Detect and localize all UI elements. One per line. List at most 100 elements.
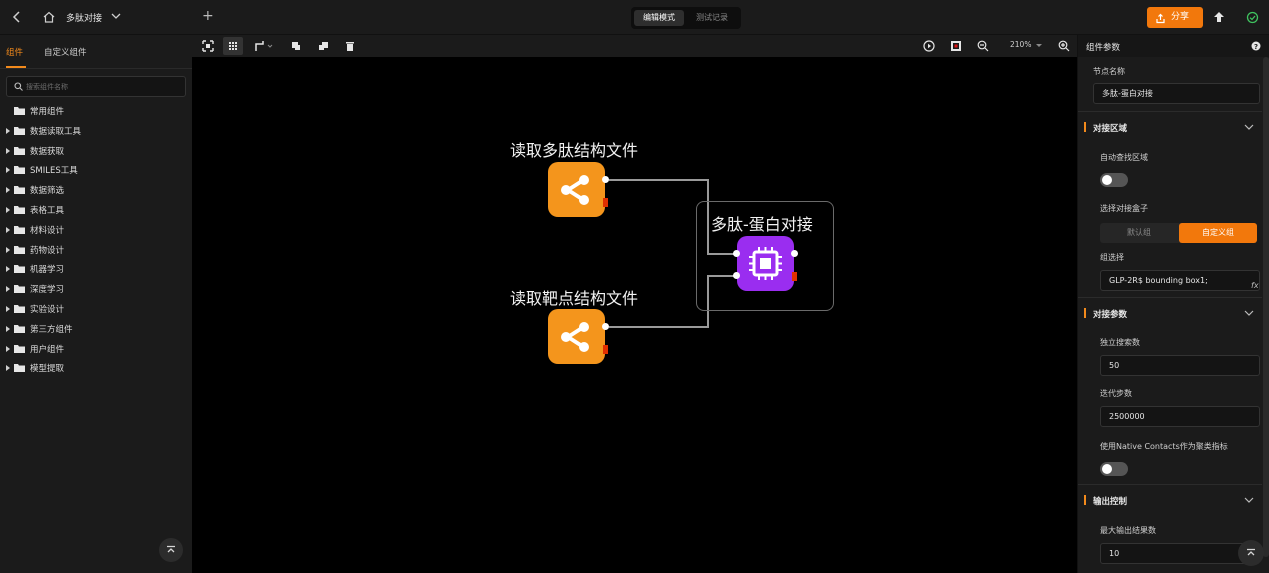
caret-right-icon[interactable] xyxy=(6,206,10,213)
home-icon[interactable] xyxy=(42,10,56,24)
node-read-peptide[interactable] xyxy=(548,162,605,217)
caret-right-icon[interactable] xyxy=(6,127,10,134)
delete-icon[interactable] xyxy=(344,40,356,52)
send-back-icon[interactable] xyxy=(317,40,329,52)
sidebar-category-item[interactable]: 药物设计 xyxy=(0,240,192,260)
sidebar-item-label: 数据读取工具 xyxy=(30,126,82,137)
caret-right-icon[interactable] xyxy=(6,246,10,253)
sidebar-category-item[interactable]: 模型提取 xyxy=(0,358,192,378)
back-icon[interactable] xyxy=(10,9,24,25)
max-output-label: 最大输出结果数 xyxy=(1100,526,1156,535)
tab-components[interactable]: 组件 xyxy=(6,46,23,58)
svg-text:?: ? xyxy=(1254,43,1258,51)
chevron-down-icon[interactable] xyxy=(1244,496,1254,504)
option-custom-group[interactable]: 自定义组 xyxy=(1179,223,1257,243)
caret-right-icon[interactable] xyxy=(6,305,10,312)
workflow-canvas[interactable]: 读取多肽结构文件 读取靶点结构文件 多肽-蛋白对接 xyxy=(192,57,1077,573)
output-port[interactable] xyxy=(602,323,609,330)
zoom-dropdown-caret[interactable] xyxy=(1036,44,1042,47)
input-port[interactable] xyxy=(733,250,740,257)
connector-style-icon[interactable] xyxy=(254,40,274,52)
error-port[interactable] xyxy=(792,272,797,281)
project-title[interactable]: 多肽对接 xyxy=(66,11,102,24)
auto-find-label: 自动查找区域 xyxy=(1100,153,1148,162)
section-dock-params[interactable]: 对接参数 xyxy=(1078,297,1262,327)
help-icon[interactable]: ? xyxy=(1251,41,1261,51)
caret-right-icon[interactable] xyxy=(6,325,10,332)
folder-icon xyxy=(14,126,25,135)
sidebar-category-item[interactable]: 常用组件 xyxy=(0,101,192,121)
component-search xyxy=(6,76,186,97)
section-output-control[interactable]: 输出控制 xyxy=(1078,484,1262,514)
option-default-group[interactable]: 默认组 xyxy=(1100,223,1178,243)
sidebar-category-item[interactable]: 实验设计 xyxy=(0,299,192,319)
folder-icon xyxy=(14,186,25,195)
zoom-out-icon[interactable] xyxy=(977,40,989,52)
formula-icon[interactable]: fx xyxy=(1251,276,1259,295)
fit-view-icon[interactable] xyxy=(950,40,962,52)
native-contacts-label: 使用Native Contacts作为聚类指标 xyxy=(1100,442,1228,451)
sidebar-item-label: 数据获取 xyxy=(30,146,65,157)
caret-right-icon[interactable] xyxy=(6,226,10,233)
grid-toggle-icon[interactable] xyxy=(223,37,243,55)
sidebar-category-item[interactable]: 材料设计 xyxy=(0,220,192,240)
share-button[interactable]: 分享 xyxy=(1147,7,1203,28)
search-input[interactable] xyxy=(26,79,181,94)
scroll-top-button[interactable] xyxy=(1238,540,1264,566)
sidebar-category-item[interactable]: 数据读取工具 xyxy=(0,121,192,141)
zoom-in-icon[interactable] xyxy=(1058,40,1070,52)
independent-search-field[interactable]: 50 xyxy=(1100,355,1260,376)
caret-right-icon[interactable] xyxy=(6,147,10,154)
error-port[interactable] xyxy=(603,345,608,354)
node-title: 读取靶点结构文件 xyxy=(510,289,639,308)
top-bar: 多肽对接 + 编辑模式 测试记录 分享 xyxy=(0,0,1269,35)
sidebar-category-item[interactable]: 第三方组件 xyxy=(0,319,192,339)
caret-right-icon[interactable] xyxy=(6,167,10,174)
section-dock-area[interactable]: 对接区域 xyxy=(1078,111,1262,141)
panel-scrollbar[interactable] xyxy=(1263,57,1269,557)
native-contacts-toggle[interactable] xyxy=(1100,462,1128,476)
run-icon[interactable] xyxy=(923,40,935,52)
section-accent xyxy=(1084,495,1086,505)
sidebar-category-item[interactable]: 数据筛选 xyxy=(0,180,192,200)
output-port[interactable] xyxy=(791,250,798,257)
caret-right-icon[interactable] xyxy=(6,365,10,372)
bring-front-icon[interactable] xyxy=(290,40,302,52)
sidebar-item-label: 机器学习 xyxy=(30,265,65,276)
add-tab-icon[interactable]: + xyxy=(202,8,214,24)
chevron-down-icon[interactable] xyxy=(1244,123,1254,131)
sidebar-category-item[interactable]: 深度学习 xyxy=(0,279,192,299)
chevron-down-icon[interactable] xyxy=(1244,309,1254,317)
panel-header: 组件参数 ? xyxy=(1078,35,1269,57)
node-title: 读取多肽结构文件 xyxy=(510,141,639,160)
caret-right-icon[interactable] xyxy=(6,286,10,293)
output-port[interactable] xyxy=(602,176,609,183)
status-ok-icon[interactable] xyxy=(1246,11,1259,24)
caret-right-icon[interactable] xyxy=(6,266,10,273)
group-select-field[interactable]: GLP-2R$ bounding box1; fx xyxy=(1100,270,1269,291)
sidebar-category-item[interactable]: SMILES工具 xyxy=(0,160,192,180)
sidebar-category-item[interactable]: 用户组件 xyxy=(0,339,192,359)
caret-right-icon[interactable] xyxy=(6,345,10,352)
max-output-field[interactable]: 10 xyxy=(1100,543,1260,564)
zoom-level[interactable]: 210% xyxy=(1010,40,1031,49)
deploy-icon[interactable] xyxy=(1213,11,1225,23)
iteration-steps-field[interactable]: 2500000 xyxy=(1100,406,1260,427)
sidebar-category-item[interactable]: 机器学习 xyxy=(0,259,192,279)
input-port[interactable] xyxy=(733,272,740,279)
sidebar-category-item[interactable]: 表格工具 xyxy=(0,200,192,220)
tab-custom-components[interactable]: 自定义组件 xyxy=(44,46,87,58)
caret-right-icon[interactable] xyxy=(6,187,10,194)
auto-find-toggle[interactable] xyxy=(1100,173,1128,187)
chevron-down-icon[interactable] xyxy=(110,10,122,22)
node-read-target[interactable] xyxy=(548,309,605,364)
collapse-up-button[interactable] xyxy=(159,538,183,562)
fit-selection-icon[interactable] xyxy=(202,40,214,52)
error-port[interactable] xyxy=(603,198,608,207)
node-peptide-docking[interactable] xyxy=(737,236,794,291)
sidebar-category-item[interactable]: 数据获取 xyxy=(0,141,192,161)
tab-test-records[interactable]: 测试记录 xyxy=(687,10,737,26)
node-name-field[interactable]: 多肽-蛋白对接 xyxy=(1093,83,1260,104)
group-select-value: GLP-2R$ bounding box1; xyxy=(1109,276,1208,285)
tab-edit-mode[interactable]: 编辑模式 xyxy=(634,10,684,26)
